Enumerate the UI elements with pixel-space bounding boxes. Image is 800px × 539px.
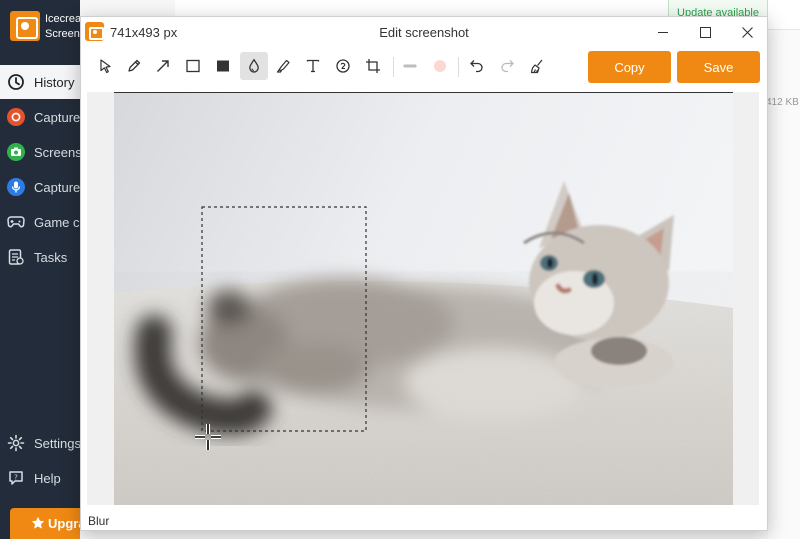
select-tool[interactable] [91, 52, 119, 80]
sidebar: Icecream Screen History Capture video Sc… [0, 0, 80, 539]
redo-icon [501, 60, 514, 73]
edit-screenshot-dialog: 741x493 px Edit screenshot Copy Save Blu… [80, 16, 768, 531]
sidebar-item-capture-audio[interactable]: Capture audio [0, 170, 80, 204]
sidebar-item-game-capture[interactable]: Game capture [0, 205, 80, 239]
gear-icon [7, 434, 25, 452]
kitten-photo [114, 93, 733, 505]
camera-icon [7, 143, 25, 161]
pencil-icon [128, 59, 141, 72]
record-icon [7, 108, 25, 126]
toolbar-divider [393, 57, 394, 77]
sidebar-item-help[interactable]: ? Help [0, 461, 80, 495]
crop-icon [366, 59, 380, 73]
undo-icon [470, 60, 483, 73]
microphone-icon [7, 178, 25, 196]
undo-button[interactable] [463, 52, 491, 80]
sidebar-item-label: Game capture [34, 214, 80, 230]
arrow-tool[interactable] [149, 52, 177, 80]
rectangle-icon [186, 59, 200, 73]
sidebar-item-settings[interactable]: Settings [0, 426, 80, 460]
close-icon [741, 26, 753, 38]
counter-icon [336, 59, 350, 73]
color-picker[interactable] [426, 52, 454, 80]
dialog-titlebar[interactable]: 741x493 px Edit screenshot [81, 17, 767, 47]
filled-rectangle-tool[interactable] [209, 52, 237, 80]
help-icon: ? [7, 469, 25, 487]
clock-icon [7, 73, 25, 91]
cursor-icon [100, 59, 111, 74]
maximize-button[interactable] [685, 19, 725, 45]
sidebar-item-label: Help [34, 470, 61, 486]
editor-canvas[interactable] [87, 92, 759, 505]
copy-button[interactable]: Copy [588, 51, 671, 83]
blur-drop-icon [249, 58, 259, 73]
minimize-icon [658, 32, 668, 33]
image-dimensions: 741x493 px [110, 25, 178, 40]
line-width-picker[interactable] [396, 52, 424, 80]
sidebar-item-history[interactable]: History [0, 65, 80, 99]
screenshot-image[interactable] [114, 93, 733, 505]
crop-tool[interactable] [359, 52, 387, 80]
upgrade-button[interactable]: Upgrade [10, 508, 80, 539]
arrow-icon [157, 60, 169, 72]
sidebar-item-label: History [34, 74, 75, 90]
editor-toolbar: Copy Save [81, 50, 767, 86]
app-name: Icecream Screen [45, 13, 80, 40]
close-button[interactable] [727, 19, 767, 45]
redo-button[interactable] [493, 52, 521, 80]
rectangle-tool[interactable] [179, 52, 207, 80]
marker-icon [276, 59, 290, 73]
blur-tool[interactable] [240, 52, 268, 80]
file-size-text: 412 KB [766, 97, 799, 108]
filled-rectangle-icon [217, 60, 229, 72]
counter-tool[interactable] [329, 52, 357, 80]
minimize-button[interactable] [643, 19, 683, 45]
svg-text:?: ? [14, 474, 18, 482]
line-width-icon [403, 64, 417, 68]
sidebar-item-label: Capture video [34, 109, 80, 125]
star-icon [31, 516, 45, 533]
app-icon [85, 22, 104, 41]
text-icon [306, 59, 320, 73]
toolbar-divider [458, 57, 459, 77]
maximize-icon [699, 26, 711, 38]
gamepad-icon [7, 213, 25, 231]
clear-all-button[interactable] [523, 52, 551, 80]
sidebar-item-label: Settings [34, 435, 80, 451]
app-logo-icon [10, 11, 40, 41]
color-swatch-icon [434, 60, 446, 72]
tasks-icon [7, 248, 25, 266]
save-button[interactable]: Save [677, 51, 760, 83]
status-tool-name: Blur [88, 514, 110, 528]
text-tool[interactable] [299, 52, 327, 80]
sidebar-item-tasks[interactable]: Tasks [0, 240, 80, 274]
marker-tool[interactable] [269, 52, 297, 80]
sidebar-item-capture-video[interactable]: Capture video [0, 100, 80, 134]
sidebar-item-label: Screenshot [34, 144, 80, 160]
upgrade-label: Upgrade [48, 516, 80, 531]
broom-icon [530, 59, 543, 74]
sidebar-item-label: Capture audio [34, 179, 80, 195]
pencil-tool[interactable] [120, 52, 148, 80]
sidebar-item-screenshot[interactable]: Screenshot [0, 135, 80, 169]
sidebar-item-label: Tasks [34, 249, 68, 265]
